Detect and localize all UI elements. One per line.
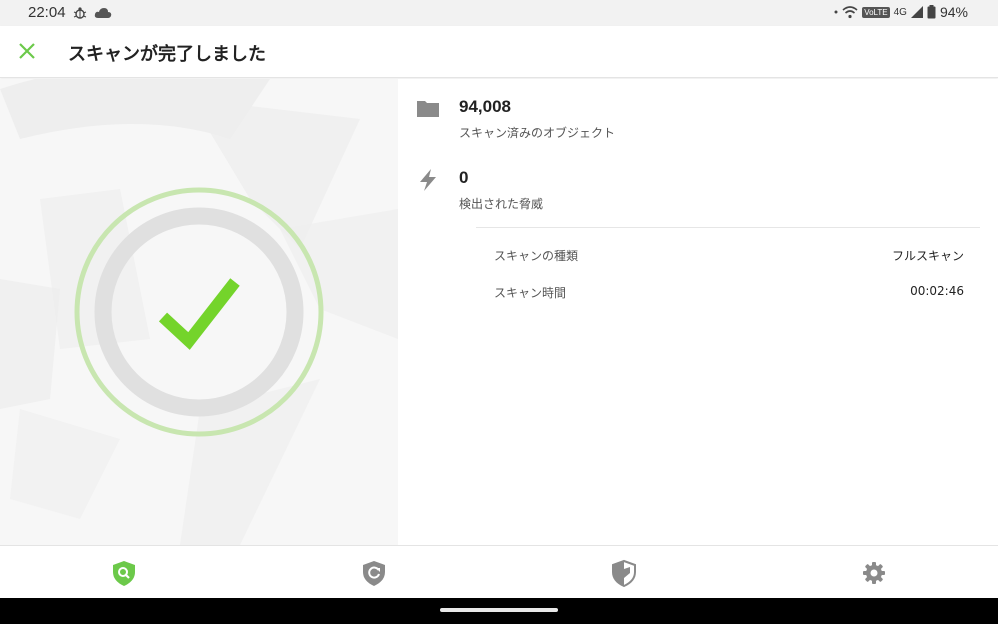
network-type: 4G xyxy=(893,6,907,18)
objects-scanned-label: スキャン済みのオブジェクト xyxy=(459,126,616,140)
scan-type-value: フルスキャン xyxy=(891,249,964,263)
status-notification-icons xyxy=(72,5,112,21)
status-bar: 22:04 VoLTE 4G 94% xyxy=(0,0,998,26)
bottom-navigation xyxy=(0,545,998,598)
scan-type-label: スキャンの種類 xyxy=(494,249,579,263)
threats-detected-count: 0 xyxy=(459,168,469,187)
lightning-icon xyxy=(420,169,436,191)
shield-search-icon xyxy=(113,561,135,586)
page-title: スキャンが完了しました xyxy=(68,44,266,65)
shield-refresh-icon xyxy=(363,561,385,586)
nav-security[interactable] xyxy=(609,558,639,588)
status-system-icons: VoLTE 4G 94% xyxy=(834,4,968,20)
home-gesture-handle[interactable] xyxy=(440,608,558,612)
close-icon xyxy=(19,43,35,59)
scan-duration-row: スキャン時間 00:02:46 xyxy=(494,284,964,304)
shield-half-icon xyxy=(612,559,636,588)
scan-duration-value: 00:02:46 xyxy=(910,284,964,298)
threats-detected-label: 検出された脅威 xyxy=(459,197,544,211)
alarm-dot-icon xyxy=(834,10,838,14)
folder-icon xyxy=(417,101,439,117)
cloud-icon xyxy=(94,8,112,18)
scan-results-panel: 94,008 スキャン済みのオブジェクト 0 検出された脅威 スキャンの種類 フ… xyxy=(398,79,998,545)
volte-badge: VoLTE xyxy=(862,6,890,18)
nav-update[interactable] xyxy=(359,558,389,588)
app-frame: 22:04 VoLTE 4G 94% スキャンが完了しました 94,008 スキ… xyxy=(0,0,998,624)
close-button[interactable] xyxy=(14,38,40,64)
scan-result-illustration xyxy=(0,79,398,545)
nav-settings[interactable] xyxy=(859,558,889,588)
wifi-icon xyxy=(842,6,858,19)
check-badge xyxy=(74,187,324,437)
gear-icon xyxy=(863,562,885,584)
scan-duration-label: スキャン時間 xyxy=(494,286,567,300)
checkmark-icon xyxy=(158,278,240,350)
outer-ring xyxy=(74,187,324,437)
inner-ring xyxy=(94,207,304,417)
battery-level: 94% xyxy=(939,4,968,20)
status-time: 22:04 xyxy=(28,4,66,21)
section-divider xyxy=(476,227,980,228)
app-bar: スキャンが完了しました xyxy=(0,26,998,78)
scan-type-row: スキャンの種類 フルスキャン xyxy=(494,247,964,267)
battery-icon xyxy=(927,5,936,19)
system-navigation-bar xyxy=(0,598,998,624)
bug-notification-icon xyxy=(73,7,87,19)
signal-icon xyxy=(910,6,923,18)
objects-scanned-count: 94,008 xyxy=(459,97,511,116)
nav-scanner[interactable] xyxy=(109,558,139,588)
